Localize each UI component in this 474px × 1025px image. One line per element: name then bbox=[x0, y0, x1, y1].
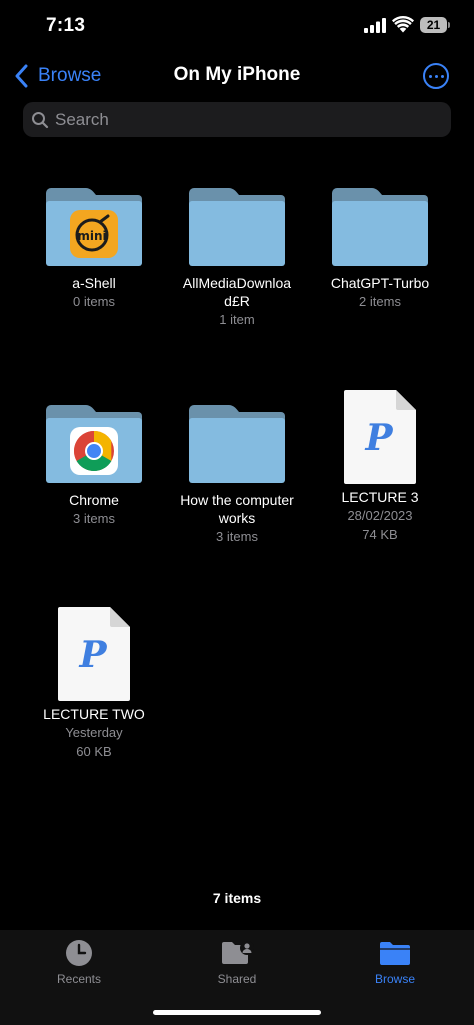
file-item-chatgpt-turbo[interactable]: ChatGPT-Turbo 2 items bbox=[305, 188, 455, 311]
svg-text:mini: mini bbox=[77, 229, 106, 243]
home-indicator bbox=[153, 1010, 321, 1015]
more-options-button[interactable] bbox=[423, 63, 449, 89]
page-title: On My iPhone bbox=[173, 64, 301, 85]
battery-icon: 21 bbox=[420, 17, 450, 33]
search-bar[interactable] bbox=[23, 102, 451, 137]
ellipsis-icon bbox=[428, 74, 432, 78]
svg-text:P: P bbox=[364, 417, 393, 459]
folder-thumbnail bbox=[162, 405, 312, 505]
cellular-signal-icon bbox=[364, 18, 386, 33]
ellipsis-dot bbox=[434, 74, 438, 78]
status-time: 7:13 bbox=[46, 15, 86, 36]
pages-document-icon: P bbox=[344, 390, 416, 484]
battery-level: 21 bbox=[420, 17, 447, 33]
item-count: 2 items bbox=[359, 294, 401, 309]
file-item-allmediadownloader[interactable]: AllMediaDownloa d£R 1 item bbox=[162, 188, 312, 329]
folder-thumbnail bbox=[305, 188, 455, 288]
folder-front bbox=[332, 201, 428, 266]
folder-icon bbox=[189, 188, 285, 266]
tab-label: Shared bbox=[217, 972, 257, 986]
folder-front bbox=[189, 418, 285, 483]
a-shell-mini-icon: mini bbox=[70, 210, 118, 258]
battery-tip bbox=[448, 22, 450, 28]
tab-recents[interactable]: Recents bbox=[29, 938, 129, 986]
file-item-lecture-3[interactable]: P LECTURE 3 28/02/2023 74 KB bbox=[305, 390, 455, 544]
file-item-chrome[interactable]: Chrome 3 items bbox=[19, 405, 169, 528]
tab-label: Recents bbox=[56, 972, 102, 986]
chrome-logo bbox=[74, 431, 114, 471]
item-count: 3 items bbox=[216, 529, 258, 544]
svg-text:P: P bbox=[78, 634, 107, 676]
folder-thumbnail: mini bbox=[19, 188, 169, 288]
wifi-icon bbox=[392, 16, 414, 33]
folder-icon bbox=[46, 405, 142, 483]
document-thumbnail: P bbox=[305, 390, 455, 495]
item-count: 3 items bbox=[73, 511, 115, 526]
item-size: 74 KB bbox=[362, 527, 398, 542]
shared-folder-icon bbox=[222, 941, 254, 964]
ellipsis-dot bbox=[440, 74, 444, 78]
item-date: 28/02/2023 bbox=[347, 508, 413, 523]
file-item-how-the-computer-works[interactable]: How the computer works 3 items bbox=[162, 405, 312, 546]
clock-icon bbox=[66, 940, 92, 966]
search-input[interactable] bbox=[55, 109, 435, 130]
file-item-a-shell[interactable]: mini a-Shell 0 items bbox=[19, 188, 169, 311]
tab-label: Browse bbox=[374, 972, 415, 986]
folder-front bbox=[189, 201, 285, 266]
folder-thumbnail bbox=[162, 188, 312, 288]
pages-document-icon: P bbox=[58, 607, 130, 701]
status-bar: 7:13 21 bbox=[0, 0, 474, 52]
document-thumbnail: P bbox=[19, 607, 169, 712]
tab-browse[interactable]: Browse bbox=[345, 938, 445, 986]
tab-shared[interactable]: Shared bbox=[187, 938, 287, 986]
item-count-footer: 7 items bbox=[212, 890, 262, 906]
file-item-lecture-two[interactable]: P LECTURE TWO Yesterday 60 KB bbox=[19, 607, 169, 761]
folder-icon bbox=[189, 405, 285, 483]
folder-icon: mini bbox=[46, 188, 142, 266]
item-date: Yesterday bbox=[65, 725, 123, 740]
search-icon bbox=[32, 111, 49, 128]
folder-icon bbox=[380, 942, 410, 965]
folder-icon bbox=[332, 188, 428, 266]
a-shell-mini-glyph: mini bbox=[75, 214, 110, 252]
item-size: 60 KB bbox=[76, 744, 112, 759]
chrome-icon bbox=[70, 427, 118, 475]
item-count: 1 item bbox=[219, 312, 255, 327]
item-count: 0 items bbox=[73, 294, 115, 309]
folder-thumbnail bbox=[19, 405, 169, 505]
